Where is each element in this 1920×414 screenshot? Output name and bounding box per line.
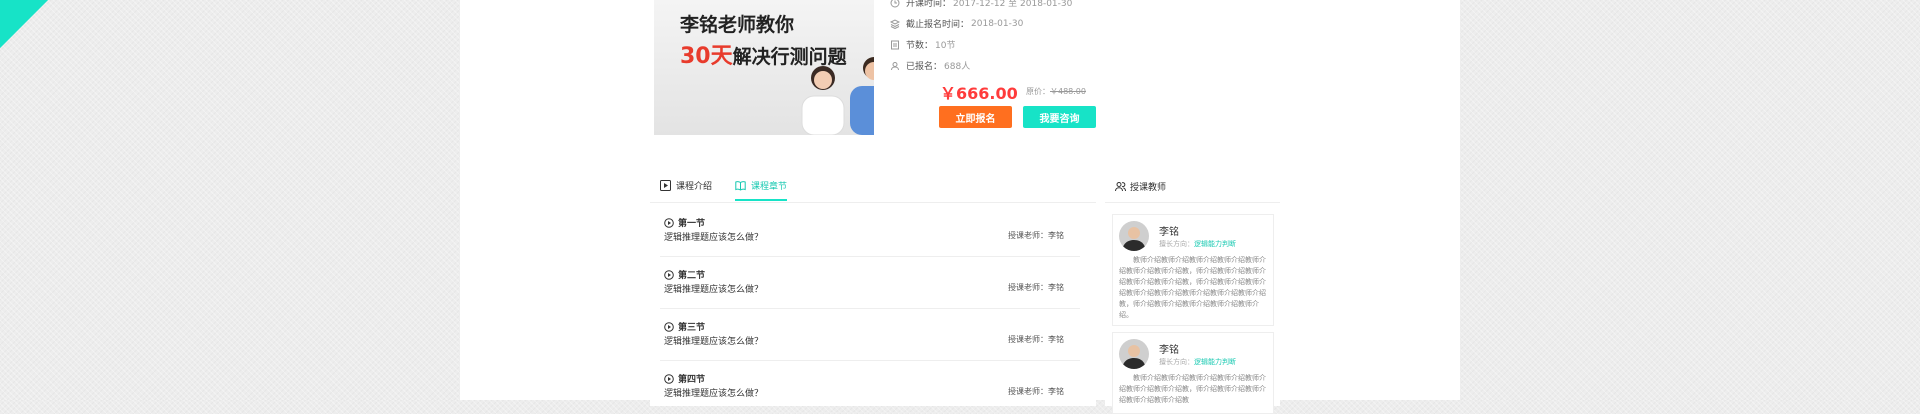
enrolled-label: 已报名： [906,62,943,72]
enrolled-row: 已报名： 688人 [890,59,970,72]
original-price-label: 原价： [1026,87,1050,96]
play-circle-icon [664,321,674,332]
lesson-item[interactable]: 第二节 逻辑推理题应该怎么做？ 授课老师：李铭 [660,258,1080,309]
teacher-sidebar: 授课教师 李铭 擅长方向：逻辑能力判断 教师介绍教师介绍教师介绍教师介绍教师介绍… [1105,166,1280,414]
deadline-row: 截止报名时间： 2018-01-30 [890,17,1023,30]
teacher-card[interactable]: 李铭 擅长方向：逻辑能力判断 教师介绍教师介绍教师介绍教师介绍教师介绍教师介绍教… [1112,332,1274,414]
avatar [1119,221,1149,251]
sections-label: 节数： [906,41,934,51]
lesson-section-label: 第二节 [678,271,706,281]
lesson-question: 逻辑推理题应该怎么做？ [664,285,764,295]
document-icon [891,40,899,49]
banner-title-line1: 李铭老师教你 [680,14,795,36]
enroll-button[interactable]: 立即报名 [939,106,1012,128]
original-price-value: ￥488.00 [1050,87,1086,96]
deadline-value: 2018-01-30 [971,18,1024,29]
lesson-item[interactable]: 第一节 逻辑推理题应该怎么做？ 授课老师：李铭 [660,206,1080,257]
teacher-field-label: 擅长方向： [1159,358,1194,366]
consult-button[interactable]: 我要咨询 [1023,106,1096,128]
enrolled-value: 688人 [944,62,971,72]
banner-highlight: 30天 [680,44,733,69]
teacher-name: 李铭 [1159,227,1179,238]
lesson-teacher: 授课老师：李铭 [1008,387,1064,396]
deadline-label: 截止报名时间： [906,20,970,30]
open-book-icon [735,181,746,191]
teacher-card[interactable]: 李铭 擅长方向：逻辑能力判断 教师介绍教师介绍教师介绍教师介绍教师介绍教师介绍教… [1112,214,1274,326]
users-icon [1115,182,1126,192]
lesson-section-label: 第三节 [678,323,706,333]
lesson-item[interactable]: 第四节 逻辑推理题应该怎么做？ 授课老师：李铭 [660,362,1080,413]
open-time-label: 开课时间： [906,0,952,9]
teacher-avatar-icon [1119,339,1149,369]
teacher-field-value: 逻辑能力判断 [1194,358,1236,366]
teacher-description: 教师介绍教师介绍教师介绍教师介绍教师介绍教师介绍教师介绍教，师介绍教师介绍教师介… [1119,256,1266,319]
lesson-section-label: 第一节 [678,219,706,229]
tab-course-chapters[interactable]: 课程章节 [735,179,787,192]
clock-icon [890,0,900,7]
play-box-icon [660,180,671,191]
male-teacher-photo [850,57,874,135]
teacher-description: 教师介绍教师介绍教师介绍教师介绍教师介绍教师介绍教师介绍教，师介绍教师介绍教师介… [1119,374,1266,404]
tab-course-chapters-label: 课程章节 [751,182,788,192]
lesson-section: 第三节 [664,320,705,333]
active-tab-indicator [735,199,787,201]
sections-value: 10节 [935,41,956,51]
open-time-value: 2017-12-12 至 2018-01-30 [953,0,1073,9]
tab-course-intro-label: 课程介绍 [676,182,713,192]
course-banner: 李铭老师教你 30天解决行测问题 [654,0,874,135]
lesson-question: 逻辑推理题应该怎么做？ [664,233,764,243]
stack-icon [890,18,900,29]
tab-bar: 课程介绍 课程章节 [650,166,1096,203]
avatar [1119,339,1149,369]
sidebar-title: 授课教师 [1130,183,1167,193]
tab-course-intro[interactable]: 课程介绍 [660,179,712,192]
lesson-question: 逻辑推理题应该怎么做？ [664,337,764,347]
teacher-avatar-icon [1119,221,1149,251]
sidebar-divider [1105,202,1280,203]
lesson-question: 逻辑推理题应该怎么做？ [664,389,764,399]
user-icon [891,61,899,70]
original-price: 原价：￥488.00 [1026,86,1086,97]
teacher-field-label: 擅长方向： [1159,240,1194,248]
lesson-section: 第四节 [664,372,705,385]
teacher-field-value: 逻辑能力判断 [1194,240,1236,248]
teacher-field: 擅长方向：逻辑能力判断 [1159,239,1236,249]
open-time-row: 开课时间： 2017-12-12 至 2018-01-30 [890,0,1072,9]
play-circle-icon [664,269,674,280]
lesson-teacher: 授课老师：李铭 [1008,283,1064,292]
current-price: ￥666.00 [940,84,1018,103]
lesson-item[interactable]: 第三节 逻辑推理题应该怎么做？ 授课老师：李铭 [660,310,1080,361]
teacher-field: 擅长方向：逻辑能力判断 [1159,357,1236,367]
teacher-name: 李铭 [1159,345,1179,356]
course-page: 李铭老师教你 30天解决行测问题 开课时间： 2017-12-12 至 2018… [460,0,1460,414]
play-circle-icon [664,217,674,228]
decorative-stripe [0,0,301,145]
lesson-teacher: 授课老师：李铭 [1008,335,1064,344]
lesson-section: 第一节 [664,216,705,229]
sidebar-header: 授课教师 [1115,180,1166,193]
sections-row: 节数： 10节 [890,38,955,51]
course-content-panel: 课程介绍 课程章节 第一节 逻辑推理题应该怎么做？ 授课老师：李铭 第二节 逻辑… [650,166,1096,413]
play-circle-icon [664,373,674,384]
lesson-teacher: 授课老师：李铭 [1008,231,1064,240]
lesson-section: 第二节 [664,268,705,281]
lesson-section-label: 第四节 [678,375,706,385]
